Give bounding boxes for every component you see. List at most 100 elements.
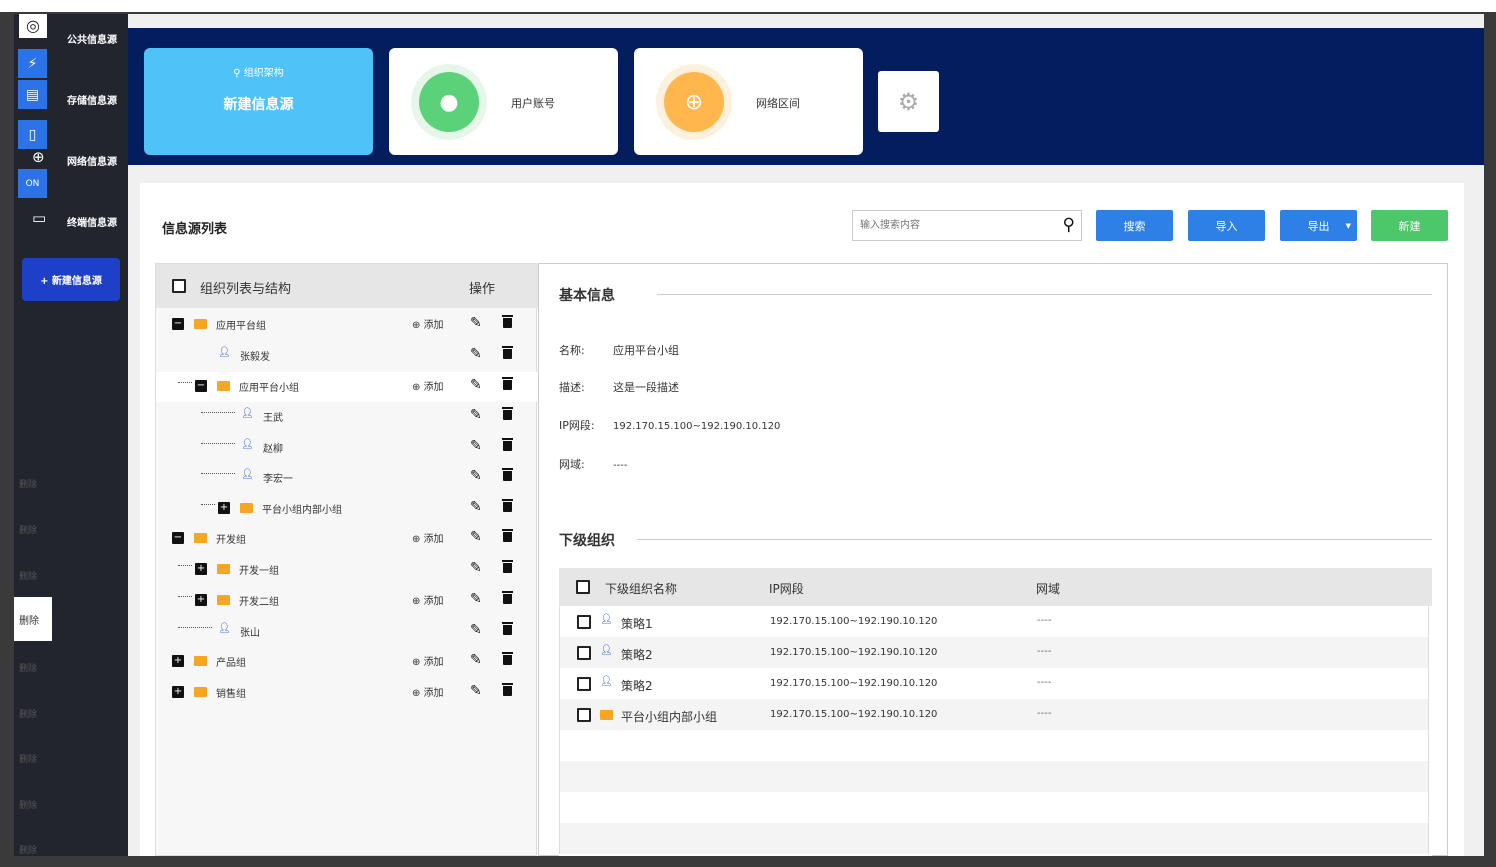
tree-row[interactable]: + 开发二组 ⊕ 添加 ✎ bbox=[156, 586, 538, 616]
delete-item[interactable]: 删除 bbox=[19, 707, 37, 720]
select-all-sub-checkbox[interactable] bbox=[576, 580, 590, 594]
edit-icon[interactable]: ✎ bbox=[470, 346, 482, 362]
tree-row[interactable]: 👤︎ 王武 ✎ bbox=[156, 402, 538, 432]
row-checkbox[interactable] bbox=[577, 677, 591, 691]
trash-icon[interactable] bbox=[502, 377, 513, 390]
tree-row[interactable]: 👤︎ 张毅发 ✎ bbox=[156, 341, 538, 371]
trash-icon[interactable] bbox=[502, 438, 513, 451]
delete-item[interactable]: 删除 bbox=[19, 752, 37, 765]
delete-item[interactable]: 删除 bbox=[19, 798, 37, 811]
export-button[interactable]: 导出 ▼ bbox=[1280, 210, 1357, 241]
add-child-button[interactable]: ⊕ 添加 bbox=[412, 653, 444, 668]
expand-icon[interactable]: + bbox=[218, 502, 230, 514]
delete-item-active[interactable]: 删除 bbox=[14, 597, 52, 641]
document-icon[interactable]: ▤ bbox=[18, 80, 47, 109]
tree-row[interactable]: − 应用平台组 ⊕ 添加 ✎ bbox=[156, 310, 538, 340]
expand-icon[interactable]: + bbox=[195, 594, 207, 606]
table-row[interactable]: 👤︎ 策略2 192.170.15.100~192.190.10.120 ---- bbox=[559, 668, 1429, 699]
new-button[interactable]: 新建 bbox=[1371, 210, 1448, 241]
tree-row[interactable]: 👤︎ 李宏一 ✎ bbox=[156, 463, 538, 493]
trash-icon[interactable] bbox=[502, 560, 513, 573]
delete-item[interactable]: 删除 bbox=[19, 569, 37, 582]
tree-row[interactable]: + 产品组 ⊕ 添加 ✎ bbox=[156, 647, 538, 677]
sidebar-item-terminal[interactable]: 终端信息源 bbox=[67, 214, 117, 229]
table-row[interactable]: 👤︎ 策略2 192.170.15.100~192.190.10.120 ---- bbox=[559, 637, 1429, 668]
expand-icon[interactable]: + bbox=[172, 655, 184, 667]
sub-org-name: 策略1 bbox=[621, 617, 653, 631]
tree-node-label: 张毅发 bbox=[240, 352, 270, 363]
search-icon[interactable]: ⚲ bbox=[1063, 215, 1075, 235]
edit-icon[interactable]: ✎ bbox=[470, 468, 482, 484]
edit-icon[interactable]: ✎ bbox=[470, 622, 482, 638]
delete-item[interactable]: 删除 bbox=[19, 477, 37, 490]
edit-icon[interactable]: ✎ bbox=[470, 529, 482, 545]
trash-icon[interactable] bbox=[502, 652, 513, 665]
edit-icon[interactable]: ✎ bbox=[470, 499, 482, 515]
add-child-button[interactable]: ⊕ 添加 bbox=[412, 316, 444, 331]
edit-icon[interactable]: ✎ bbox=[470, 683, 482, 699]
table-row bbox=[559, 761, 1429, 792]
tree-row[interactable]: + 开发一组 ✎ bbox=[156, 555, 538, 585]
expand-icon[interactable]: + bbox=[172, 686, 184, 698]
edit-icon[interactable]: ✎ bbox=[470, 438, 482, 454]
desc-field: 描述: 这是一段描述 bbox=[559, 379, 679, 395]
search-button[interactable]: 搜索 bbox=[1096, 210, 1173, 241]
delete-item[interactable]: 删除 bbox=[19, 523, 37, 536]
delete-item[interactable]: 删除 bbox=[19, 661, 37, 674]
trash-icon[interactable] bbox=[502, 407, 513, 420]
tree-row[interactable]: 👤︎ 张山 ✎ bbox=[156, 617, 538, 647]
row-checkbox[interactable] bbox=[577, 615, 591, 629]
import-button[interactable]: 导入 bbox=[1188, 210, 1265, 241]
table-row[interactable]: 平台小组内部小组 192.170.15.100~192.190.10.120 ---… bbox=[559, 699, 1429, 730]
edit-icon[interactable]: ✎ bbox=[470, 591, 482, 607]
add-child-button[interactable]: ⊕ 添加 bbox=[412, 684, 444, 699]
add-child-button[interactable]: ⊕ 添加 bbox=[412, 378, 444, 393]
trash-icon[interactable] bbox=[502, 346, 513, 359]
sidebar-item-storage[interactable]: 存储信息源 bbox=[67, 92, 117, 107]
sidebar-item-public[interactable]: 公共信息源 bbox=[67, 31, 117, 46]
domain-key: 网域: bbox=[559, 458, 585, 471]
network-range-card[interactable]: ⊕ 网络区间 bbox=[634, 48, 863, 155]
edit-icon[interactable]: ✎ bbox=[470, 377, 482, 393]
select-all-checkbox[interactable] bbox=[172, 279, 186, 293]
add-child-button[interactable]: ⊕ 添加 bbox=[412, 530, 444, 545]
trash-icon[interactable] bbox=[502, 529, 513, 542]
trash-icon[interactable] bbox=[502, 315, 513, 328]
collapse-icon[interactable]: − bbox=[172, 532, 184, 544]
lightning-icon[interactable]: ⚡ bbox=[18, 49, 47, 78]
add-child-button[interactable]: ⊕ 添加 bbox=[412, 592, 444, 607]
search-input[interactable] bbox=[853, 211, 1048, 240]
sidebar-item-network[interactable]: 网络信息源 bbox=[67, 153, 117, 168]
trash-icon[interactable] bbox=[502, 622, 513, 635]
tree-row[interactable]: 👤︎ 赵柳 ✎ bbox=[156, 433, 538, 463]
trash-icon[interactable] bbox=[502, 468, 513, 481]
new-source-button[interactable]: + 新建信息源 bbox=[22, 258, 120, 301]
trash-icon[interactable] bbox=[502, 683, 513, 696]
collapse-icon[interactable]: − bbox=[172, 318, 184, 330]
plus-circle-icon: ⊕ bbox=[412, 657, 424, 668]
trash-icon[interactable] bbox=[502, 499, 513, 512]
delete-item[interactable]: 删除 bbox=[19, 843, 37, 856]
row-checkbox[interactable] bbox=[577, 646, 591, 660]
tree-row[interactable]: − 应用平台小组 ⊕ 添加 ✎ bbox=[156, 372, 538, 402]
edit-icon[interactable]: ✎ bbox=[470, 407, 482, 423]
tree-row[interactable]: + 平台小组内部小组 ✎ bbox=[156, 494, 538, 524]
caret-down-icon[interactable]: ▼ bbox=[1346, 222, 1351, 230]
col-name-header: 下级组织名称 bbox=[605, 582, 678, 596]
tree-row[interactable]: + 销售组 ⊕ 添加 ✎ bbox=[156, 678, 538, 708]
target-icon[interactable]: ◎ bbox=[19, 14, 47, 38]
phone-icon[interactable]: ▯ bbox=[18, 120, 47, 149]
collapse-icon[interactable]: − bbox=[195, 380, 207, 392]
row-checkbox[interactable] bbox=[577, 708, 591, 722]
edit-icon[interactable]: ✎ bbox=[470, 560, 482, 576]
trash-icon[interactable] bbox=[502, 591, 513, 604]
table-row[interactable]: 👤︎ 策略1 192.170.15.100~192.190.10.120 ---- bbox=[559, 606, 1429, 637]
user-account-card[interactable]: ● 用户账号 bbox=[389, 48, 618, 155]
edit-icon[interactable]: ✎ bbox=[470, 315, 482, 331]
on-switch-icon[interactable]: ON bbox=[18, 169, 47, 198]
tree-row[interactable]: − 开发组 ⊕ 添加 ✎ bbox=[156, 524, 538, 554]
gear-icon[interactable]: ⚙ bbox=[878, 71, 939, 132]
expand-icon[interactable]: + bbox=[195, 563, 207, 575]
new-source-card[interactable]: ⚲ 组织架构 新建信息源 bbox=[144, 48, 373, 155]
edit-icon[interactable]: ✎ bbox=[470, 652, 482, 668]
